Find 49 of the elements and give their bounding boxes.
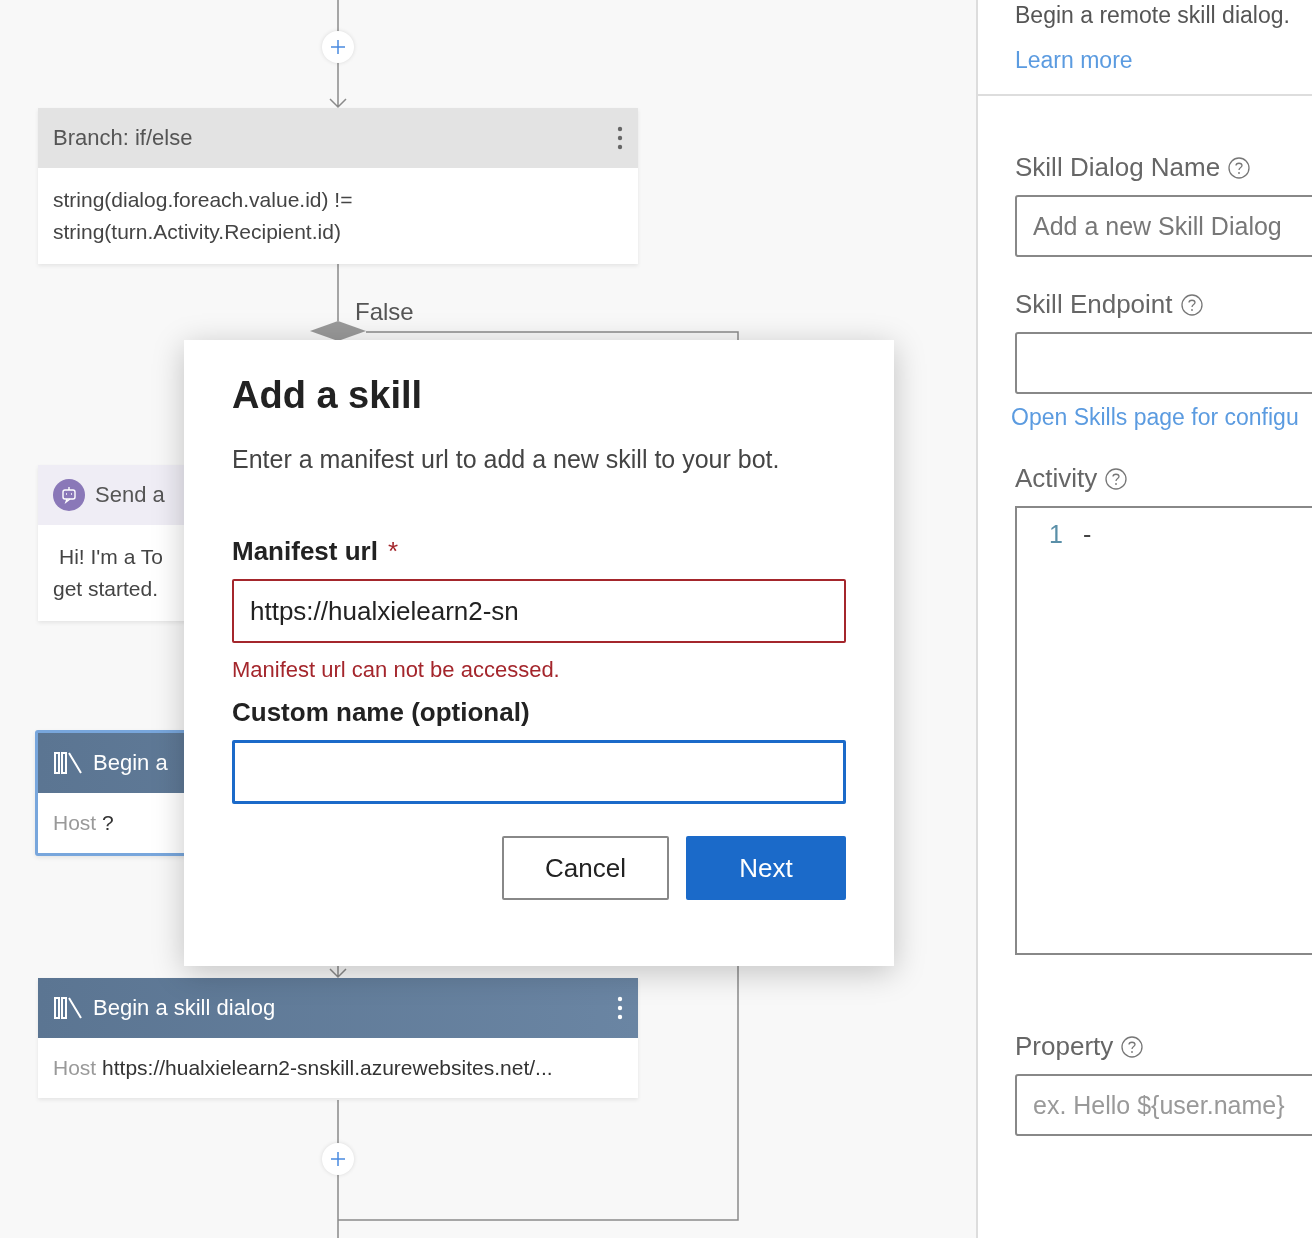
- card-title: Branch: if/else: [53, 125, 194, 151]
- more-icon[interactable]: [617, 996, 623, 1020]
- card-text: string(dialog.foreach.value.id) !=: [53, 187, 353, 213]
- field-label: Activity: [1015, 463, 1098, 494]
- plus-icon: [330, 39, 346, 55]
- field-label: Manifest url: [232, 536, 378, 567]
- add-button[interactable]: [322, 1143, 354, 1175]
- line-number: 1: [1049, 520, 1063, 550]
- code-editor[interactable]: 1 -: [1015, 506, 1312, 955]
- description-text: Begin a remote skill dialog.: [1015, 2, 1291, 29]
- cancel-button[interactable]: Cancel: [502, 836, 669, 900]
- dialog-title: Add a skill: [232, 374, 424, 417]
- dialog-description: Enter a manifest url to add a new skill to your bot.: [232, 445, 781, 474]
- books-icon: [53, 751, 83, 775]
- help-icon[interactable]: [1180, 293, 1203, 316]
- input-field[interactable]: [232, 740, 846, 804]
- robot-icon: [53, 479, 85, 511]
- help-icon[interactable]: [1228, 156, 1251, 179]
- more-icon[interactable]: [617, 126, 623, 150]
- host-value: ?: [102, 811, 114, 834]
- add-button[interactable]: [322, 31, 354, 63]
- card-text: Hi! I'm a To: [58, 544, 163, 570]
- books-icon: [53, 996, 83, 1020]
- required-mark: *: [387, 536, 399, 567]
- field-label: Property: [1015, 1031, 1114, 1062]
- card-text: get started.: [53, 576, 159, 602]
- help-icon[interactable]: [1105, 467, 1128, 490]
- branch-label: False: [355, 298, 414, 326]
- field-label: Skill Dialog Name: [1015, 152, 1221, 183]
- code-text: -: [1082, 520, 1092, 550]
- field-label: Custom name (optional): [232, 697, 530, 728]
- host-value: https://hualxielearn2-snskill.azurewebsites.net/...: [102, 1056, 553, 1079]
- input-field[interactable]: [1015, 332, 1312, 394]
- next-button[interactable]: Next: [686, 836, 846, 900]
- input-field[interactable]: Add a new Skill Dialog: [1015, 195, 1312, 257]
- host-label: Host: [53, 1056, 97, 1079]
- action-card[interactable]: Branch: if/else string(dialog.foreach.value.id) != string(turn.Activity.Recipient.id): [38, 108, 638, 264]
- field-label: Skill Endpoint: [1015, 289, 1173, 320]
- input-field[interactable]: ex. Hello ${user.name}: [1015, 1074, 1312, 1136]
- card-title: Begin a: [93, 750, 169, 776]
- action-card[interactable]: Begin a skill dialog Host https://hualxielearn2-snskill.azurewebsites.net/...: [38, 978, 638, 1098]
- input-field[interactable]: https://hualxielearn2-sn: [232, 579, 846, 643]
- plus-icon: [330, 1151, 346, 1167]
- card-title: Begin a skill dialog: [93, 995, 277, 1021]
- help-icon[interactable]: [1121, 1035, 1144, 1058]
- card-text: string(turn.Activity.Recipient.id): [53, 219, 341, 245]
- error-message: Manifest url can not be accessed.: [232, 657, 561, 683]
- card-title: Send a: [95, 482, 166, 508]
- host-label: Host: [53, 811, 97, 834]
